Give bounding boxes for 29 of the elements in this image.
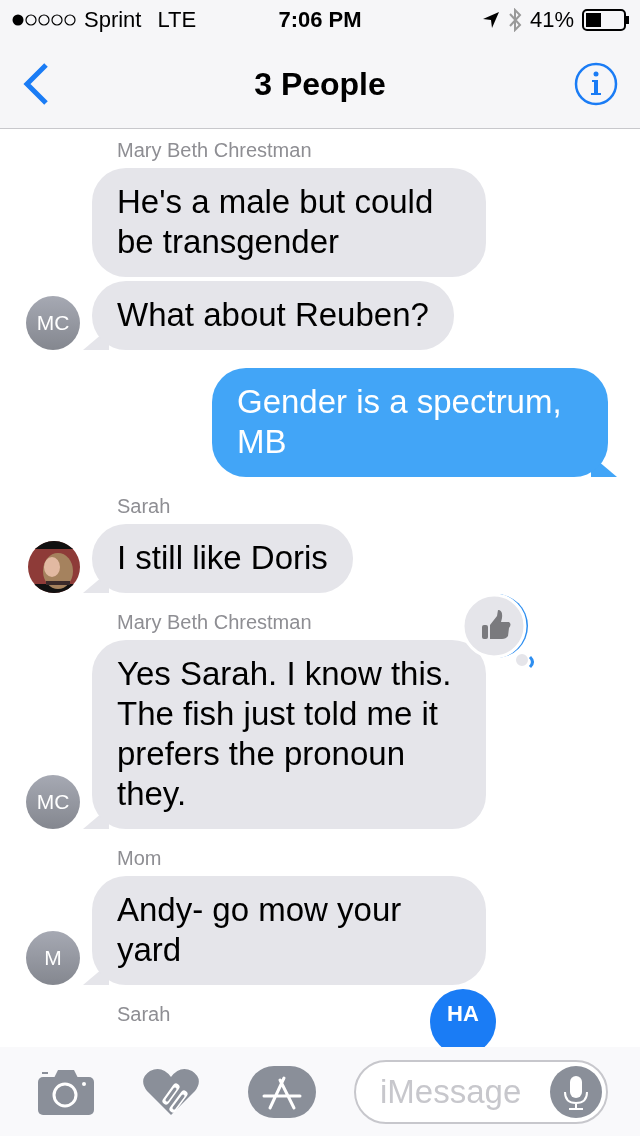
bluetooth-icon — [507, 8, 522, 32]
sender-name: Sarah — [117, 1003, 171, 1026]
avatar: MC — [26, 775, 80, 829]
message-bubble[interactable]: Andy- go mow your yard — [92, 876, 486, 985]
battery-icon — [582, 9, 630, 31]
sender-name: Sarah — [117, 495, 171, 518]
sender-name: Mary Beth Chrestman — [117, 139, 312, 162]
app-store-button[interactable] — [248, 1065, 316, 1118]
camera-button[interactable] — [38, 1068, 94, 1115]
location-icon — [481, 11, 500, 29]
signal-icon — [12, 13, 76, 27]
message-bubble[interactable]: What about Reuben? — [92, 281, 454, 350]
clock: 7:06 PM — [278, 7, 362, 33]
avatar: M — [26, 931, 80, 985]
message-bubble[interactable]: Yes Sarah. I know this. The fish just told me it prefers the pronoun they. — [92, 640, 486, 829]
conversation-title: 3 People — [254, 65, 386, 103]
carrier: Sprint — [84, 7, 142, 33]
info-button[interactable] — [574, 62, 618, 106]
digital-touch-button[interactable] — [142, 1066, 200, 1117]
microphone-icon[interactable] — [550, 1065, 602, 1118]
battery-percent: 41% — [529, 7, 574, 33]
reaction-badge: HA — [430, 989, 496, 1047]
sender-name: Mom — [117, 847, 162, 870]
message-bubble[interactable]: I still like Doris — [92, 524, 353, 593]
message-bubble[interactable]: He's a male but could be transgender — [92, 168, 486, 277]
back-button[interactable] — [22, 62, 50, 106]
network-type: LTE — [157, 7, 197, 33]
avatar: MC — [26, 296, 80, 350]
sender-name: Mary Beth Chrestman — [117, 611, 312, 634]
